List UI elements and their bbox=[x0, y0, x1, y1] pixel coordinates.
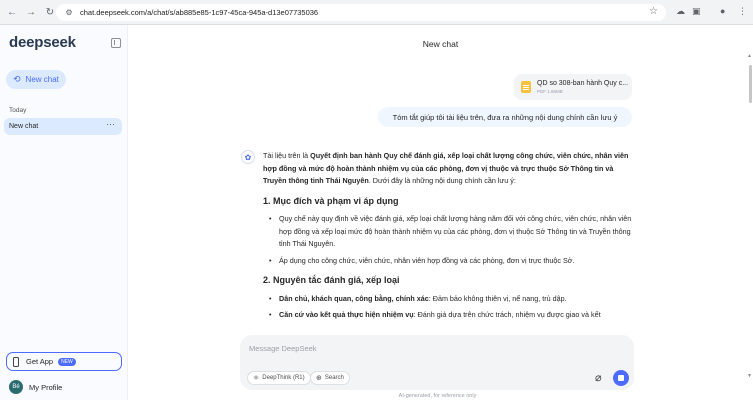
more-options-icon[interactable]: ··· bbox=[106, 119, 115, 129]
new-badge: NEW bbox=[58, 357, 76, 366]
extension-icon[interactable]: ☁ bbox=[676, 6, 685, 17]
my-profile-button[interactable]: Bé My Profile bbox=[9, 380, 62, 394]
answer-intro: Tài liệu trên là Quyết định ban hành Quy… bbox=[263, 151, 629, 185]
list-item: Quy chế này quy định về việc đánh giá, x… bbox=[263, 213, 633, 251]
collapse-sidebar-icon[interactable] bbox=[111, 38, 121, 48]
scroll-up-arrow[interactable]: ▲ bbox=[747, 53, 752, 59]
back-icon[interactable]: ← bbox=[5, 5, 19, 19]
section-heading: 1. Mục đích và phạm vi áp dụng bbox=[263, 195, 399, 206]
forward-icon[interactable]: → bbox=[24, 5, 38, 19]
section-today-label: Today bbox=[9, 107, 27, 114]
get-app-label: Get App bbox=[26, 357, 54, 366]
scroll-down-arrow[interactable]: ▼ bbox=[747, 373, 752, 379]
page-title: New chat bbox=[422, 39, 459, 49]
profile-globe-icon[interactable]: ● bbox=[720, 6, 725, 16]
stop-send-button[interactable] bbox=[613, 370, 629, 386]
file-name: QD so 308-ban hành Quy c... bbox=[537, 80, 629, 87]
new-chat-button[interactable]: ⟲ New chat bbox=[6, 70, 66, 89]
file-meta: PDF 1.88MB bbox=[537, 89, 563, 94]
browser-toolbar: ← → ↻ ⚙ chat.deepseek.com/a/chat/s/ab885… bbox=[0, 0, 753, 25]
attach-file-icon[interactable]: ⌀ bbox=[595, 371, 602, 384]
chat-plus-icon: ⟲ bbox=[13, 74, 21, 84]
atom-icon: ⚛ bbox=[253, 375, 260, 382]
profile-label: My Profile bbox=[29, 382, 63, 392]
address-bar[interactable]: ⚙ chat.deepseek.com/a/chat/s/ab885e85-1c… bbox=[56, 4, 666, 21]
list-item: Áp dụng cho công chức, viên chức, nhân v… bbox=[263, 255, 633, 268]
attached-file-card[interactable]: QD so 308-ban hành Quy c... PDF 1.88MB bbox=[514, 74, 632, 100]
get-app-button[interactable]: Get App NEW bbox=[6, 352, 122, 371]
message-input[interactable]: Message DeepSeek bbox=[249, 344, 317, 353]
site-info-icon[interactable]: ⚙ bbox=[64, 8, 74, 18]
section-heading: 2. Nguyên tắc đánh giá, xếp loại bbox=[263, 275, 400, 285]
avatar: Bé bbox=[9, 380, 23, 394]
scroll-fade bbox=[228, 320, 658, 334]
globe-icon: ⊕ bbox=[316, 375, 322, 382]
list-item: Dân chủ, khách quan, công bằng, chính xá… bbox=[263, 293, 633, 306]
sidebar: deepseek ⟲ New chat Today New chat ··· G… bbox=[0, 25, 128, 400]
search-label: Search bbox=[324, 375, 344, 381]
new-chat-label: New chat bbox=[25, 75, 59, 84]
url-text: chat.deepseek.com/a/chat/s/ab885e85-1c97… bbox=[80, 8, 319, 17]
reload-icon[interactable]: ↻ bbox=[43, 5, 57, 19]
chat-main: New chat ▲ ▼ QD so 308-ban hành Quy c...… bbox=[128, 25, 753, 400]
deepthink-toggle[interactable]: ⚛ DeepThink (R1) bbox=[247, 371, 311, 385]
browser-menu-icon[interactable]: ⋮ bbox=[738, 6, 747, 17]
message-composer[interactable]: Message DeepSeek ⚛ DeepThink (R1) ⊕ Sear… bbox=[240, 335, 634, 390]
deepseek-whale-icon: ✿ bbox=[241, 150, 255, 164]
phone-icon bbox=[13, 356, 19, 367]
conversation-label: New chat bbox=[9, 123, 39, 130]
deepseek-logo[interactable]: deepseek bbox=[9, 34, 76, 51]
conversation-item[interactable]: New chat ··· bbox=[4, 118, 122, 135]
scrollbar-thumb[interactable] bbox=[749, 65, 752, 103]
user-message: Tóm tắt giúp tôi tài liệu trên, đưa ra n… bbox=[378, 107, 632, 127]
extensions-puzzle-icon[interactable]: ▣ bbox=[692, 6, 701, 17]
document-icon bbox=[521, 81, 531, 93]
disclaimer-note: AI-generated, for reference only bbox=[398, 393, 477, 399]
bookmark-star-icon[interactable]: ☆ bbox=[649, 6, 658, 17]
assistant-answer: Tài liệu trên là Quyết định ban hành Quy… bbox=[263, 150, 633, 326]
deepthink-label: DeepThink (R1) bbox=[262, 375, 305, 381]
stop-icon bbox=[618, 375, 624, 381]
search-toggle[interactable]: ⊕ Search bbox=[310, 371, 350, 385]
